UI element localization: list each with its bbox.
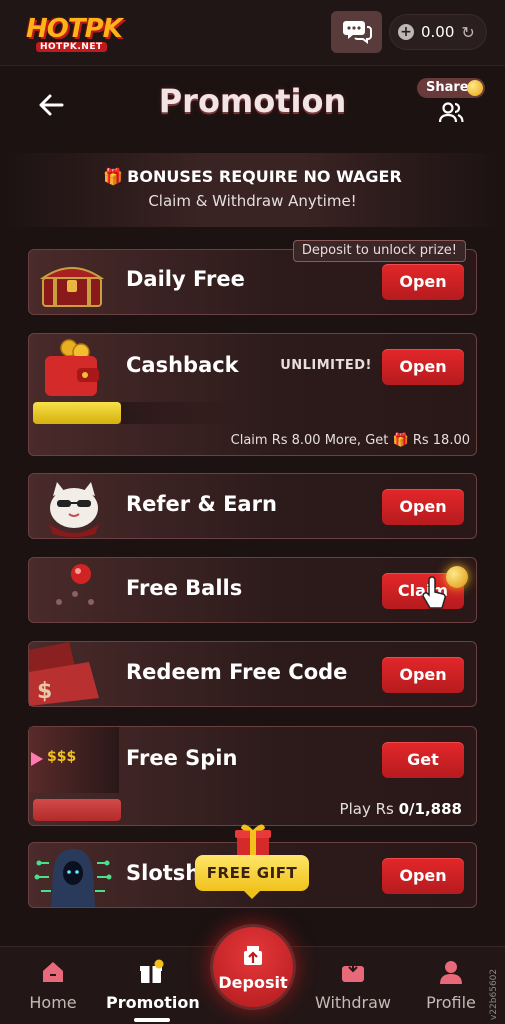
gift-box-icon[interactable] xyxy=(233,820,273,860)
wallet-icon xyxy=(45,339,99,396)
add-funds-icon[interactable]: + xyxy=(398,24,414,40)
nav-promotion-label: Promotion xyxy=(106,993,200,1012)
lucky-cat-icon xyxy=(49,482,99,537)
cashback-claim-info: Claim Rs 8.00 More, Get 🎁 Rs 18.00 xyxy=(231,433,470,448)
free-balls-title: Free Balls xyxy=(126,576,243,600)
gift-icon xyxy=(140,959,164,983)
top-bar: HOTPK HOTPK.NET + 0.00 ↻ xyxy=(0,0,505,66)
claim-info-amount: Rs 18.00 xyxy=(412,433,470,448)
active-indicator xyxy=(134,1018,170,1022)
svg-text:$: $ xyxy=(37,679,52,704)
daily-free-title: Daily Free xyxy=(126,267,245,291)
hacker-icon xyxy=(34,849,112,907)
nav-withdraw[interactable]: Withdraw xyxy=(308,959,398,1012)
chat-icon xyxy=(342,21,372,44)
logo-text: HOTPK xyxy=(26,14,123,44)
cashback-open-button[interactable]: Open xyxy=(382,349,464,385)
deposit-unlock-tag: Deposit to unlock prize! xyxy=(292,240,466,262)
slot-dollar-text: $$$ xyxy=(47,749,77,765)
daily-free-card[interactable]: Daily Free Deposit to unlock prize! Open xyxy=(28,240,477,315)
nav-home[interactable]: Home xyxy=(8,959,98,1012)
cashback-card[interactable]: Cashback UNLIMITED! Open Claim Rs 8.00 M… xyxy=(28,333,477,456)
cashback-progress-bar xyxy=(33,402,121,424)
brand-logo[interactable]: HOTPK HOTPK.NET xyxy=(26,14,126,54)
cashback-progress-track xyxy=(121,402,241,424)
slotsh-title: Slotsh xyxy=(126,861,201,885)
banner-subline: Claim & Withdraw Anytime! xyxy=(148,192,357,210)
logo-subtext: HOTPK.NET xyxy=(36,42,107,52)
hand-pointer-icon xyxy=(422,576,446,609)
redeem-code-card[interactable]: $ Redeem Free Code Open xyxy=(28,641,477,707)
nav-home-label: Home xyxy=(29,993,77,1012)
wallet-download-icon xyxy=(342,961,364,982)
users-icon[interactable] xyxy=(438,102,464,124)
deposit-label: Deposit xyxy=(218,973,288,992)
balls-icon xyxy=(56,564,94,605)
nav-promotion[interactable]: Promotion xyxy=(106,959,200,1012)
claim-info-prefix: Claim Rs 8.00 More, Get xyxy=(230,433,389,448)
free-gift-button[interactable]: FREE GIFT xyxy=(195,855,309,899)
home-icon xyxy=(43,962,63,982)
balance-value: 0.00 xyxy=(421,23,455,41)
play-prefix: Play Rs xyxy=(339,800,394,818)
nav-profile[interactable]: Profile xyxy=(406,959,496,1012)
slotsh-open-button[interactable]: Open xyxy=(382,858,464,894)
voucher-icon: $ xyxy=(29,642,99,706)
user-icon xyxy=(440,961,462,984)
chat-button[interactable] xyxy=(331,11,382,53)
share-label: Share xyxy=(426,80,469,95)
deposit-button[interactable]: Deposit xyxy=(210,924,296,1010)
cashback-title: Cashback xyxy=(126,353,239,377)
coin-icon xyxy=(446,566,468,588)
free-spin-card[interactable]: $$$ Free Spin Get Play Rs 0/1,888 xyxy=(28,726,477,826)
balance-display[interactable]: + 0.00 ↻ xyxy=(389,14,487,50)
free-spin-get-button[interactable]: Get xyxy=(382,742,464,778)
treasure-chest-icon xyxy=(39,267,105,307)
daily-free-open-button[interactable]: Open xyxy=(382,264,464,300)
share-button[interactable]: Share xyxy=(417,78,485,98)
pointer-icon xyxy=(31,752,43,766)
play-value: 0/1,888 xyxy=(398,800,462,818)
gift-icon: 🎁 xyxy=(392,433,409,448)
refer-earn-open-button[interactable]: Open xyxy=(382,489,464,525)
gift-icon: 🎁 xyxy=(103,167,124,186)
nav-profile-label: Profile xyxy=(426,993,476,1012)
free-spin-play-info: Play Rs 0/1,888 xyxy=(340,800,462,818)
no-wager-banner: 🎁 BONUSES REQUIRE NO WAGER Claim & Withdr… xyxy=(0,153,505,227)
redeem-code-title: Redeem Free Code xyxy=(126,660,348,684)
slot-machine-graphic: $$$ xyxy=(29,727,119,793)
refresh-icon[interactable]: ↻ xyxy=(461,23,474,42)
free-balls-card[interactable]: Free Balls Claim xyxy=(28,557,477,623)
free-spin-title: Free Spin xyxy=(126,746,238,770)
deposit-icon xyxy=(244,946,262,965)
unlimited-badge: UNLIMITED! xyxy=(280,358,372,373)
nav-withdraw-label: Withdraw xyxy=(315,993,391,1012)
coin-icon xyxy=(467,80,483,96)
version-label: v22b65602 xyxy=(489,968,499,1020)
redeem-code-open-button[interactable]: Open xyxy=(382,657,464,693)
free-spin-progress-bar xyxy=(33,799,121,821)
refer-earn-card[interactable]: Refer & Earn Open xyxy=(28,473,477,539)
banner-headline: BONUSES REQUIRE NO WAGER xyxy=(127,167,402,186)
refer-earn-title: Refer & Earn xyxy=(126,492,277,516)
